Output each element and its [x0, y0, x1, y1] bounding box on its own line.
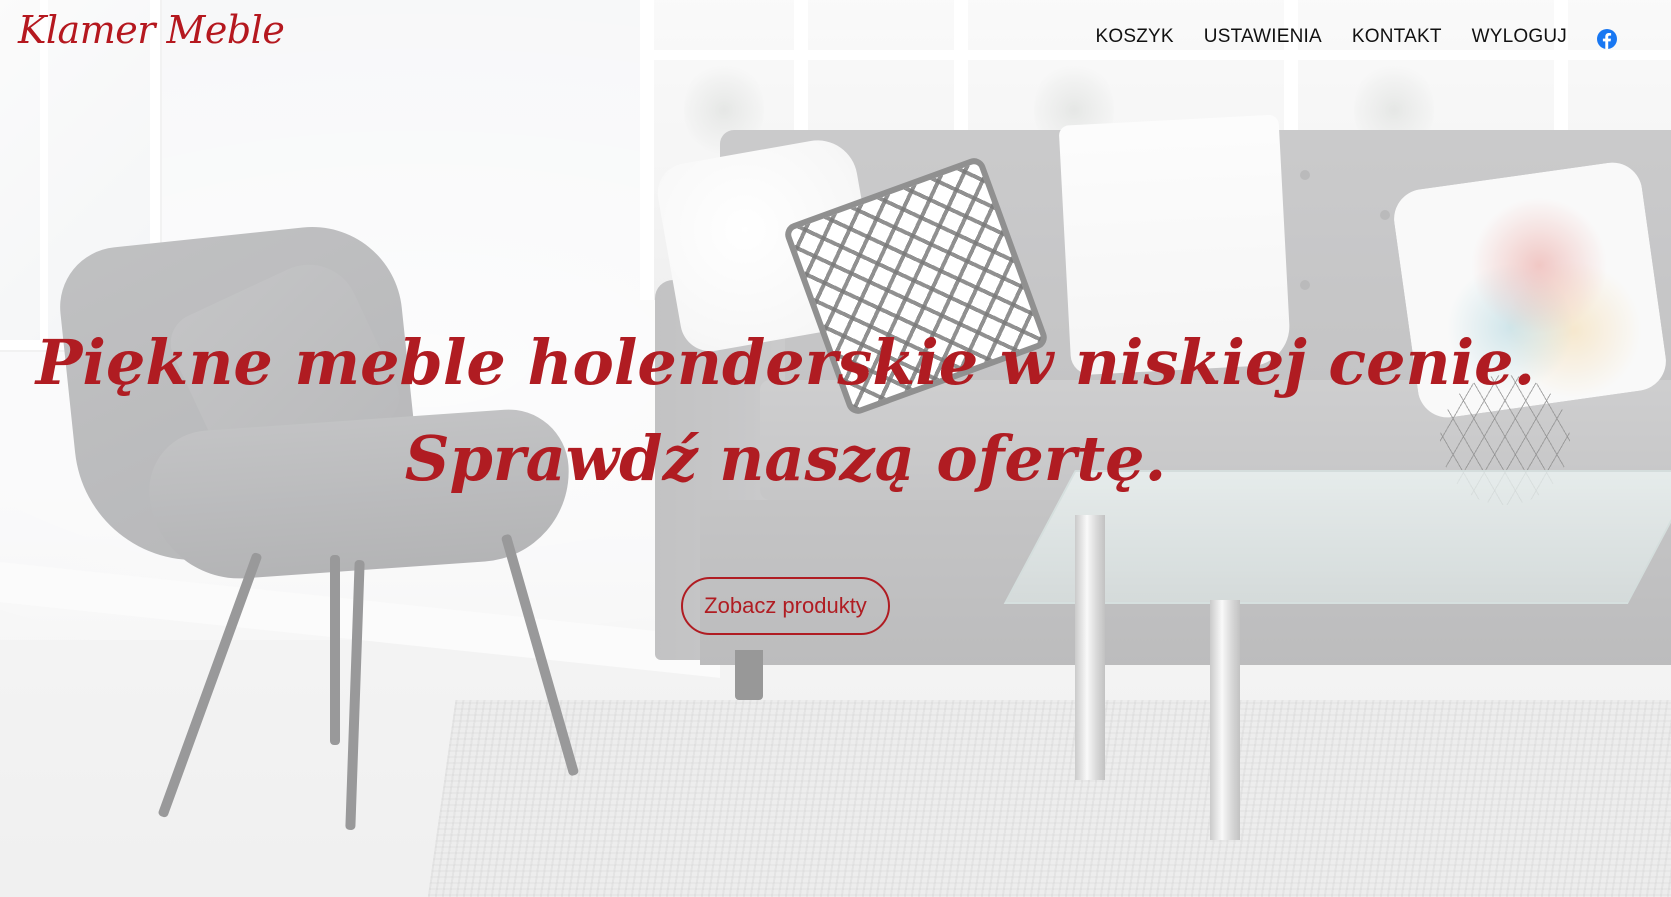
nav-link-contact[interactable]: KONTAKT	[1352, 26, 1442, 48]
nav-link-cart[interactable]: KOSZYK	[1096, 26, 1174, 48]
hero-headline: Piękne meble holenderskie w niskiej ceni…	[0, 315, 1571, 507]
nav-link-settings[interactable]: USTAWIENIA	[1204, 26, 1322, 48]
view-products-button[interactable]: Zobacz produkty	[681, 577, 890, 635]
headline-line-2: Sprawdź naszą ofertę.	[404, 422, 1167, 495]
nav-link-logout[interactable]: WYLOGUJ	[1472, 26, 1567, 48]
facebook-icon[interactable]	[1597, 29, 1617, 49]
headline-line-1: Piękne meble holenderskie w niskiej ceni…	[35, 326, 1536, 399]
top-navigation: Klamer Meble KOSZYK USTAWIENIA KONTAKT W…	[0, 0, 1671, 78]
nav-links: KOSZYK USTAWIENIA KONTAKT WYLOGUJ	[1066, 26, 1617, 49]
brand-logo[interactable]: Klamer Meble	[18, 8, 285, 52]
